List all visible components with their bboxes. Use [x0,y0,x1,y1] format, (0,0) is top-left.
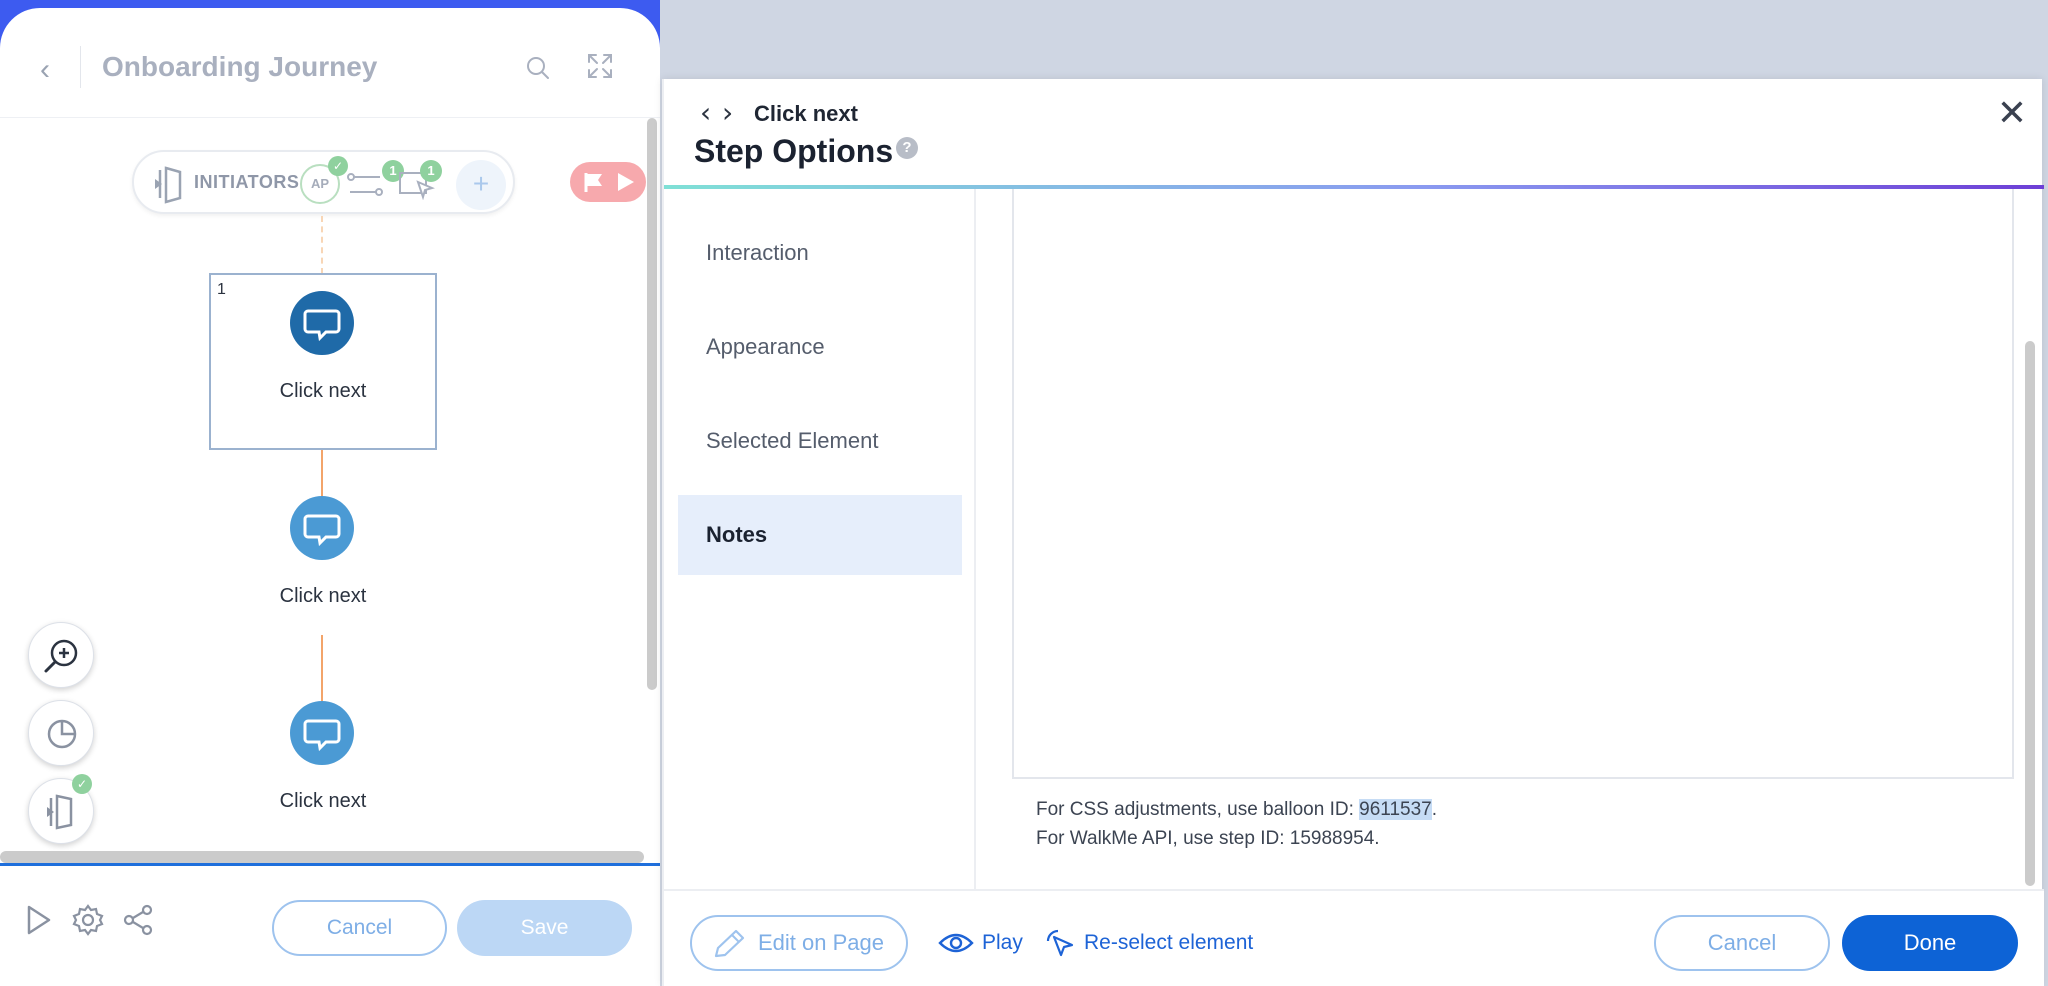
pencil-icon [714,929,745,958]
api-id-note: For WalkMe API, use step ID: 15988954. [1036,828,1380,849]
close-icon[interactable]: ✕ [1994,95,2030,131]
step-options-panel: ‹ › Click next Step Options ? ✕ Interact… [662,79,2044,986]
options-menu: Interaction Appearance Selected Element … [664,189,976,889]
balloon-id: 9611537 [1359,799,1432,820]
share-icon[interactable] [120,902,156,938]
css-id-note: For CSS adjustments, use balloon ID: 961… [1036,799,1437,821]
edit-on-page-label: Edit on Page [758,930,884,955]
css-note-prefix: For CSS adjustments, use balloon ID: [1036,799,1360,820]
edit-on-page-button[interactable]: Edit on Page [690,915,908,971]
play-icon [618,173,634,191]
initiators-bar[interactable]: INITIATORS AP ✓ 1 1 + [132,150,515,214]
canvas-vertical-scrollbar[interactable] [647,118,657,690]
step-label: Click next [279,790,367,812]
condition-trigger-icon[interactable] [346,170,384,200]
chat-bubble-icon [303,719,341,752]
cancel-button[interactable]: Cancel [1654,915,1830,971]
door-icon [155,166,182,204]
header-divider [80,46,81,88]
check-icon: ✓ [72,774,92,794]
step-label: Click next [279,380,367,402]
step-connector [321,635,323,701]
step-number: 1 [217,281,226,298]
reselect-label: Re-select element [1084,931,1254,954]
eye-icon [938,933,974,953]
menu-item-appearance[interactable]: Appearance [678,307,962,387]
canvas-horizontal-scrollbar[interactable] [0,851,644,863]
menu-item-interaction[interactable]: Interaction [678,213,962,293]
panel-title: Step Options [694,133,894,169]
editor-footer: Cancel Save [0,866,660,978]
cancel-button[interactable]: Cancel [272,900,447,956]
analytics-button[interactable] [28,700,94,766]
editor-header: ‹ Onboarding Journey [0,8,660,118]
step-label: Click next [279,585,367,607]
chat-bubble-icon [303,514,341,547]
expand-icon[interactable] [586,52,614,80]
play-label: Play [982,931,1023,954]
menu-item-notes[interactable]: Notes [678,495,962,575]
css-note-suffix: . [1431,799,1437,820]
zoom-in-icon [44,639,78,673]
search-icon[interactable] [524,54,552,82]
previous-step-icon[interactable]: ‹ [700,99,722,127]
next-step-icon[interactable]: › [722,99,744,127]
balloon-step-icon[interactable] [290,291,354,355]
balloon-step-icon[interactable] [290,496,354,560]
help-icon[interactable]: ? [896,137,918,159]
reselect-element-button[interactable]: Re-select element [1044,919,1253,967]
check-icon: ✓ [328,156,348,176]
step-breadcrumb: Click next [754,101,858,126]
panel-scrollbar[interactable] [2025,341,2035,886]
add-initiator-button[interactable]: + [456,160,506,210]
play-icon[interactable] [20,902,56,938]
step-navigation: ‹ › Click next [700,99,858,127]
gear-icon[interactable] [70,902,106,938]
panel-footer: Edit on Page Play Re-select element Canc… [664,889,2044,986]
notes-textarea[interactable] [1012,189,2014,779]
step-connector [321,450,323,496]
chat-bubble-icon [303,309,341,342]
back-chevron-icon[interactable]: ‹ [40,52,64,88]
journey-title: Onboarding Journey [102,51,378,82]
done-button[interactable]: Done [1842,915,2018,971]
initiator-connector [321,216,323,274]
zoom-in-button[interactable] [28,622,94,688]
balloon-step-icon[interactable] [290,701,354,765]
save-button[interactable]: Save [457,900,632,956]
flag-icon [584,173,602,192]
element-count-badge: 1 [420,160,442,182]
cursor-select-icon [1046,929,1074,957]
play-button[interactable]: Play [938,919,1023,967]
pie-chart-icon [47,719,77,749]
initiators-label: INITIATORS [194,172,300,192]
preview-play-pill[interactable] [570,162,646,202]
menu-item-selected-element[interactable]: Selected Element [678,401,962,481]
